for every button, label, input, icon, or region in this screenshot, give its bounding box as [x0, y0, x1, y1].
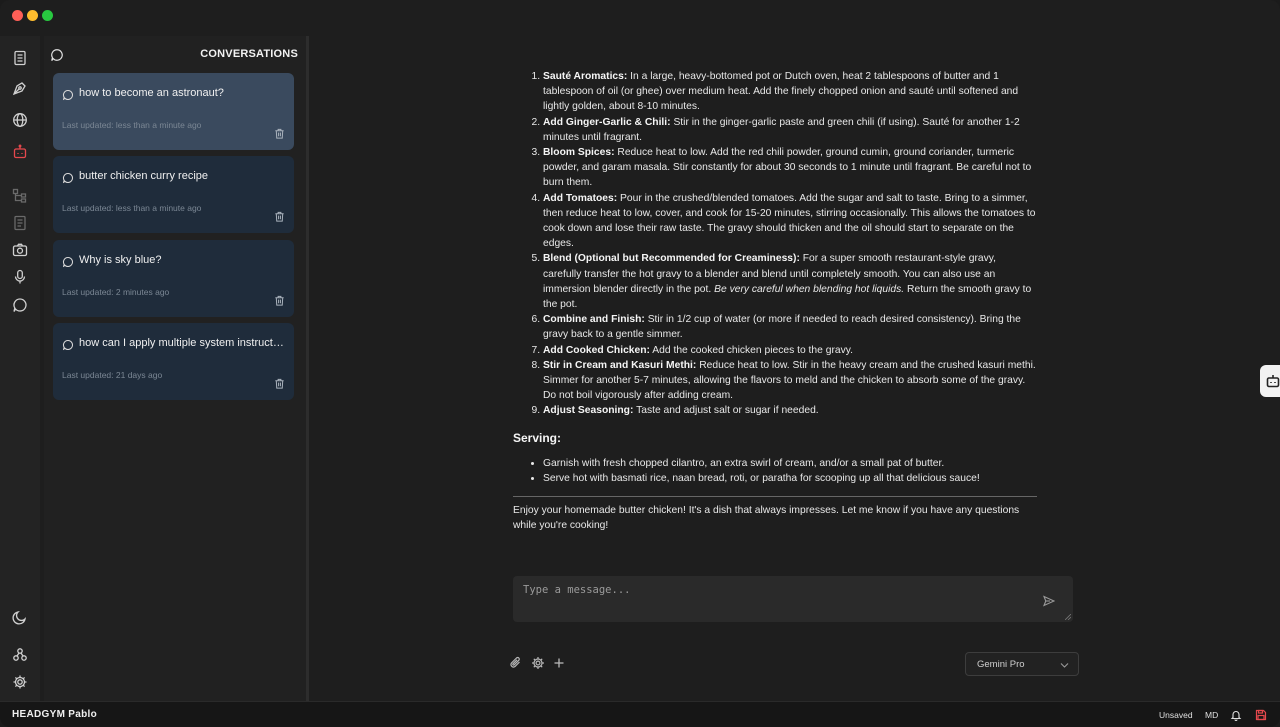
format-mode[interactable]: MD [1205, 710, 1218, 720]
model-select-value: Gemini Pro [977, 659, 1025, 670]
chat-bubble-icon [62, 256, 73, 268]
notebook-icon[interactable] [10, 48, 30, 68]
chat-main: Sauté Aromatics: In a large, heavy-botto… [309, 30, 1280, 701]
pen-tool-icon[interactable] [10, 78, 30, 98]
send-icon[interactable] [1043, 595, 1055, 607]
recipe-step: Add Ginger-Garlic & Chili: Stir in the g… [543, 115, 1037, 145]
message-composer[interactable]: Type a message... [513, 576, 1073, 622]
conversation-title: how can I apply multiple system instruct… [79, 337, 285, 349]
brand-label: HEADGYM Pablo [12, 709, 98, 720]
step-text: Pour in the crushed/blended tomatoes. Ad… [543, 192, 1036, 250]
serving-item: Garnish with fresh chopped cilantro, an … [543, 456, 1037, 471]
trash-icon[interactable] [274, 378, 285, 389]
maximize-window-button[interactable] [42, 10, 53, 21]
chevron-down-icon [1060, 663, 1069, 668]
network-icon[interactable] [10, 645, 30, 665]
save-icon[interactable] [1255, 709, 1267, 721]
conversation-updated: Last updated: less than a minute ago [62, 203, 202, 213]
conversation-item[interactable]: Why is sky blue? Last updated: 2 minutes… [53, 240, 294, 317]
step-heading: Add Ginger-Garlic & Chili: [543, 116, 671, 128]
side-assistant-tab[interactable] [1260, 365, 1280, 397]
divider [513, 496, 1037, 498]
minimize-window-button[interactable] [27, 10, 38, 21]
step-text: Add the cooked chicken pieces to the gra… [649, 344, 853, 356]
bell-icon[interactable] [1230, 709, 1242, 721]
conversations-panel: CONVERSATIONS how to become an astronaut… [44, 36, 306, 701]
recipe-step: Sauté Aromatics: In a large, heavy-botto… [543, 69, 1037, 115]
serving-item: Serve hot with basmati rice, naan bread,… [543, 471, 1037, 486]
chat-bubble-icon [62, 339, 73, 351]
recipe-step: Add Tomatoes: Pour in the crushed/blende… [543, 191, 1037, 252]
step-heading: Stir in Cream and Kasuri Methi: [543, 359, 697, 371]
conversation-item[interactable]: how to become an astronaut? Last updated… [53, 73, 294, 150]
step-warning: Be very careful when blending hot liquid… [714, 283, 905, 295]
gear-icon[interactable] [10, 672, 30, 692]
conversation-item[interactable]: butter chicken curry recipe Last updated… [53, 156, 294, 233]
trash-icon[interactable] [274, 295, 285, 306]
camera-icon[interactable] [10, 240, 30, 260]
closing-text: Enjoy your homemade butter chicken! It's… [513, 505, 1020, 532]
icon-rail [0, 36, 40, 701]
chat-bubble-icon [62, 89, 73, 101]
globe-icon[interactable] [10, 110, 30, 130]
conversations-title: CONVERSATIONS [200, 48, 298, 60]
resize-grip-icon[interactable] [1065, 614, 1071, 620]
title-bar [0, 0, 1280, 30]
paperclip-icon[interactable] [509, 656, 523, 670]
step-heading: Add Cooked Chicken: [543, 344, 650, 356]
message-input[interactable]: Type a message... [523, 584, 630, 596]
step-heading: Sauté Aromatics: [543, 71, 628, 82]
step-heading: Combine and Finish: [543, 314, 645, 326]
recipe-steps: Sauté Aromatics: In a large, heavy-botto… [513, 69, 1037, 419]
robot-icon [1266, 375, 1280, 388]
conversation-title: Why is sky blue? [79, 254, 162, 266]
microphone-icon[interactable] [10, 267, 30, 287]
step-heading: Add Tomatoes: [543, 192, 618, 204]
recipe-step: Add Cooked Chicken: Add the cooked chick… [543, 343, 1037, 358]
step-heading: Bloom Spices: [543, 147, 615, 159]
close-window-button[interactable] [12, 10, 23, 21]
tree-icon[interactable] [10, 186, 30, 206]
step-heading: Blend (Optional but Recommended for Crea… [543, 253, 800, 265]
conversation-title: butter chicken curry recipe [79, 170, 208, 182]
recipe-step: Stir in Cream and Kasuri Methi: Reduce h… [543, 358, 1037, 404]
robot-icon[interactable] [10, 142, 30, 162]
serving-heading: Serving: [513, 430, 562, 445]
chat-icon[interactable] [10, 295, 30, 315]
document-icon[interactable] [10, 213, 30, 233]
serving-list: Garnish with fresh chopped cilantro, an … [513, 456, 1037, 486]
conversation-updated: Last updated: 21 days ago [62, 370, 163, 380]
conversation-updated: Last updated: 2 minutes ago [62, 287, 170, 297]
trash-icon[interactable] [274, 128, 285, 139]
moon-icon[interactable] [10, 607, 30, 627]
step-heading: Adjust Seasoning: [543, 405, 634, 417]
save-status: Unsaved [1159, 710, 1193, 720]
chat-bubble-icon [62, 172, 73, 184]
status-bar: HEADGYM Pablo Unsaved MD [0, 701, 1280, 727]
conversation-updated: Last updated: less than a minute ago [62, 120, 202, 130]
conversation-item[interactable]: how can I apply multiple system instruct… [53, 323, 294, 400]
step-text: Reduce heat to low. Add the red chili po… [543, 147, 1032, 189]
recipe-step: Bloom Spices: Reduce heat to low. Add th… [543, 145, 1037, 191]
recipe-step: Adjust Seasoning: Taste and adjust salt … [543, 403, 1037, 418]
step-text: Taste and adjust salt or sugar if needed… [633, 405, 819, 417]
chat-icon [51, 49, 63, 62]
app-window: CONVERSATIONS how to become an astronaut… [0, 0, 1280, 727]
trash-icon[interactable] [274, 211, 285, 222]
recipe-step: Combine and Finish: Stir in 1/2 cup of w… [543, 312, 1037, 342]
assistant-message: Sauté Aromatics: In a large, heavy-botto… [513, 69, 1037, 534]
plus-icon[interactable] [552, 656, 566, 670]
recipe-step: Blend (Optional but Recommended for Crea… [543, 251, 1037, 312]
model-select[interactable]: Gemini Pro [965, 652, 1079, 676]
conversation-title: how to become an astronaut? [79, 87, 224, 99]
settings-icon[interactable] [531, 656, 545, 670]
